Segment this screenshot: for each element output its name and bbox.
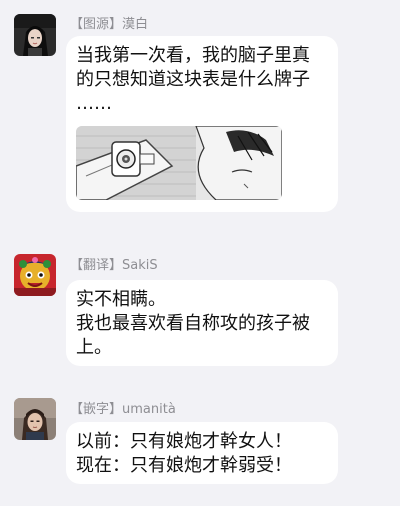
chat-window: 【图源】漠白 当我第一次看，我的脑子里真 的只想知道这块表是什么牌子 …… 【翻… — [0, 0, 400, 506]
message-text-line: 我也最喜欢看自称攻的孩子被 — [76, 313, 310, 334]
message-bubble[interactable]: 当我第一次看，我的脑子里真 的只想知道这块表是什么牌子 …… — [66, 36, 338, 212]
manga-watch-image[interactable] — [76, 126, 282, 200]
message-text-line: 上。 — [76, 337, 112, 358]
message-text-line: …… — [76, 93, 112, 114]
sender-name: 【图源】漠白 — [70, 17, 149, 32]
sender-name: 【嵌字】umanità — [70, 402, 176, 417]
message-text-line: 的只想知道这块表是什么牌子 — [76, 69, 310, 90]
message-bubble[interactable]: 实不相瞒。 我也最喜欢看自称攻的孩子被 上。 — [66, 280, 338, 366]
message-text-line: 以前：只有娘炮才幹女人！ — [76, 431, 292, 452]
message-2: 【翻译】SakiS 实不相瞒。 我也最喜欢看自称攻的孩子被 上。 — [0, 240, 400, 380]
avatar-umanita[interactable] — [14, 398, 56, 440]
message-1: 【图源】漠白 当我第一次看，我的脑子里真 的只想知道这块表是什么牌子 …… — [0, 0, 400, 220]
message-3: 【嵌字】umanità 以前：只有娘炮才幹女人！ 现在：只有娘炮才幹弱受！ — [0, 388, 400, 506]
message-bubble[interactable]: 以前：只有娘炮才幹女人！ 现在：只有娘炮才幹弱受！ — [66, 422, 338, 484]
sender-name: 【翻译】SakiS — [70, 258, 158, 273]
message-text-line: 现在：只有娘炮才幹弱受！ — [76, 455, 292, 476]
avatar-sakis[interactable] — [14, 254, 56, 296]
message-text-line: 实不相瞒。 — [76, 289, 166, 310]
avatar-mobai[interactable] — [14, 14, 56, 56]
message-text-line: 当我第一次看，我的脑子里真 — [76, 45, 310, 66]
